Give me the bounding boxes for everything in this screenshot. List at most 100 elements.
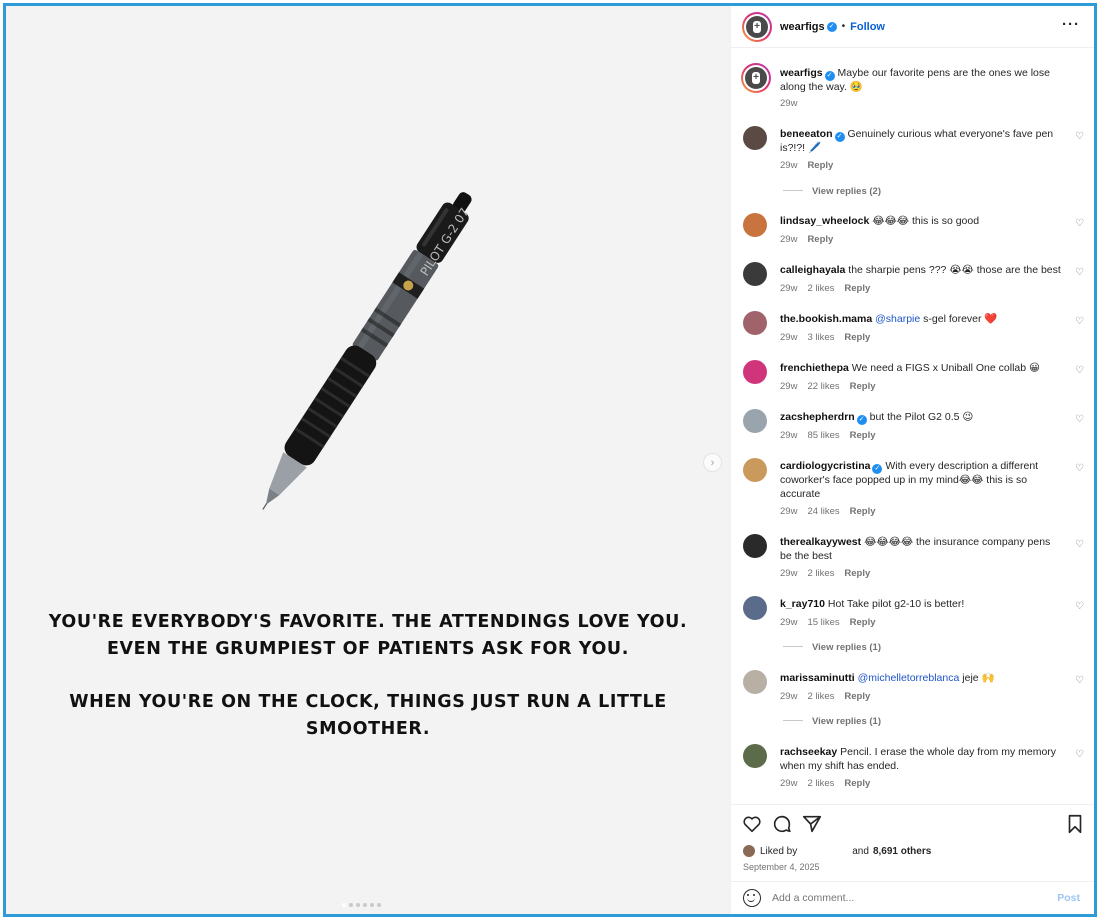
view-replies-button[interactable]: View replies (2) — [783, 186, 881, 197]
comment-time: 29w — [780, 691, 798, 702]
comment-likes[interactable]: 15 likes — [807, 617, 839, 628]
heart-icon[interactable]: ♡ — [1075, 675, 1084, 686]
comment-username[interactable]: beneeaton — [780, 128, 833, 140]
carousel-dot — [342, 903, 346, 907]
heart-icon[interactable]: ♡ — [1075, 218, 1084, 229]
comment-body: calleighayala the sharpie pens ??? 😭😭 th… — [780, 264, 1062, 278]
heart-icon[interactable]: ♡ — [1075, 267, 1084, 278]
comment-likes[interactable]: 24 likes — [807, 506, 839, 517]
header-username[interactable]: wearfigs — [780, 21, 825, 33]
carousel-dot — [349, 903, 353, 907]
heart-icon[interactable]: ♡ — [1075, 749, 1084, 760]
comment-body: k_ray710 Hot Take pilot g2-10 is better! — [780, 598, 1062, 612]
avatar[interactable] — [743, 360, 767, 384]
comment-time: 29w — [780, 778, 798, 789]
comments-list[interactable]: wearfigs✓ Maybe our favorite pens are th… — [731, 49, 1094, 804]
comment-body: lindsay_wheelock 😂😂😂 this is so good — [780, 215, 1062, 229]
carousel-dot — [363, 903, 367, 907]
heart-icon[interactable]: ♡ — [1075, 414, 1084, 425]
heart-icon[interactable] — [741, 813, 763, 835]
avatar[interactable] — [743, 126, 767, 150]
reply-button[interactable]: Reply — [807, 160, 833, 171]
reply-button[interactable]: Reply — [844, 332, 870, 343]
liked-by-label: Liked by — [760, 845, 798, 857]
caption-username[interactable]: wearfigs — [780, 67, 823, 79]
bookmark-icon[interactable] — [1064, 813, 1086, 835]
carousel-dot — [370, 903, 374, 907]
comment-username[interactable]: k_ray710 — [780, 598, 825, 610]
comment-meta: 29w 2 likes Reply — [780, 283, 880, 294]
reply-button[interactable]: Reply — [807, 234, 833, 245]
more-horizontal-icon[interactable]: ··· — [1062, 16, 1080, 33]
avatar[interactable] — [743, 458, 767, 482]
heart-icon[interactable]: ♡ — [1075, 539, 1084, 550]
comment-time: 29w — [780, 568, 798, 579]
avatar[interactable] — [743, 409, 767, 433]
comment-time: 29w — [780, 332, 798, 343]
comment-likes[interactable]: 85 likes — [807, 430, 839, 441]
view-replies-button[interactable]: View replies (1) — [783, 642, 881, 653]
avatar[interactable] — [743, 744, 767, 768]
follow-button[interactable]: Follow — [850, 21, 885, 33]
avatar[interactable] — [742, 11, 772, 42]
comment-username[interactable]: marissaminutti — [780, 672, 855, 684]
comment-username[interactable]: rachseekay — [780, 746, 837, 758]
avatar[interactable] — [743, 534, 767, 558]
avatar[interactable] — [743, 845, 755, 857]
comment-username[interactable]: therealkayywest — [780, 536, 861, 548]
reply-button[interactable]: Reply — [850, 617, 876, 628]
chevron-right-icon[interactable]: › — [703, 453, 722, 472]
reply-button[interactable]: Reply — [850, 506, 876, 517]
comment-icon[interactable] — [771, 813, 793, 835]
avatar[interactable] — [743, 596, 767, 620]
avatar[interactable] — [743, 262, 767, 286]
reply-button[interactable]: Reply — [850, 381, 876, 392]
caption-time: 29w — [780, 98, 798, 109]
comment-body: cardiologycristina ✓ With every descripti… — [780, 460, 1062, 501]
comment-likes[interactable]: 3 likes — [807, 332, 834, 343]
avatar[interactable] — [741, 63, 771, 93]
avatar[interactable] — [743, 213, 767, 237]
avatar[interactable] — [743, 670, 767, 694]
comment-meta: 29w Reply — [780, 160, 843, 171]
comment-meta: 29w 22 likes Reply — [780, 381, 886, 392]
likes-others[interactable]: 8,691 others — [873, 846, 931, 857]
comment-likes[interactable]: 22 likes — [807, 381, 839, 392]
emoji-icon[interactable] — [743, 889, 761, 907]
reply-button[interactable]: Reply — [844, 778, 870, 789]
comment-meta: 29w Reply — [780, 234, 843, 245]
comment-username[interactable]: zacshepherdrn — [780, 411, 855, 423]
comment-mention[interactable]: @sharpie — [875, 313, 920, 325]
heart-icon[interactable]: ♡ — [1075, 463, 1084, 474]
comment-username[interactable]: the.bookish.mama — [780, 313, 872, 325]
view-replies-button[interactable]: View replies (1) — [783, 716, 881, 727]
comment-username[interactable]: cardiologycristina — [780, 460, 870, 472]
heart-icon[interactable]: ♡ — [1075, 131, 1084, 142]
reply-button[interactable]: Reply — [844, 691, 870, 702]
comment-input[interactable] — [772, 892, 1032, 904]
comment-likes[interactable]: 2 likes — [807, 283, 834, 294]
heart-icon[interactable]: ♡ — [1075, 316, 1084, 327]
carousel-dots — [342, 903, 381, 907]
reply-button[interactable]: Reply — [850, 430, 876, 441]
post-button[interactable]: Post — [1057, 892, 1080, 904]
comment-likes[interactable]: 2 likes — [807, 778, 834, 789]
and-label: and — [852, 845, 869, 857]
heart-icon[interactable]: ♡ — [1075, 601, 1084, 612]
comment-likes[interactable]: 2 likes — [807, 568, 834, 579]
comment-likes[interactable]: 2 likes — [807, 691, 834, 702]
comment-text: s-gel forever ❤️ — [923, 313, 998, 325]
brand-logo-icon — [746, 15, 768, 38]
comment-time: 29w — [780, 506, 798, 517]
comment-username[interactable]: calleighayala — [780, 264, 845, 276]
heart-icon[interactable]: ♡ — [1075, 365, 1084, 376]
comment-username[interactable]: frenchiethepa — [780, 362, 849, 374]
comment-time: 29w — [780, 160, 798, 171]
reply-button[interactable]: Reply — [844, 568, 870, 579]
send-icon[interactable] — [801, 813, 823, 835]
comment-mention[interactable]: @michelletorreblanca — [858, 672, 960, 684]
comment-username[interactable]: lindsay_wheelock — [780, 215, 869, 227]
reply-button[interactable]: Reply — [844, 283, 870, 294]
post-frame: PILOT G-2 07 YOU'RE EVERYBODY'S FAVORITE… — [3, 3, 1097, 917]
avatar[interactable] — [743, 311, 767, 335]
